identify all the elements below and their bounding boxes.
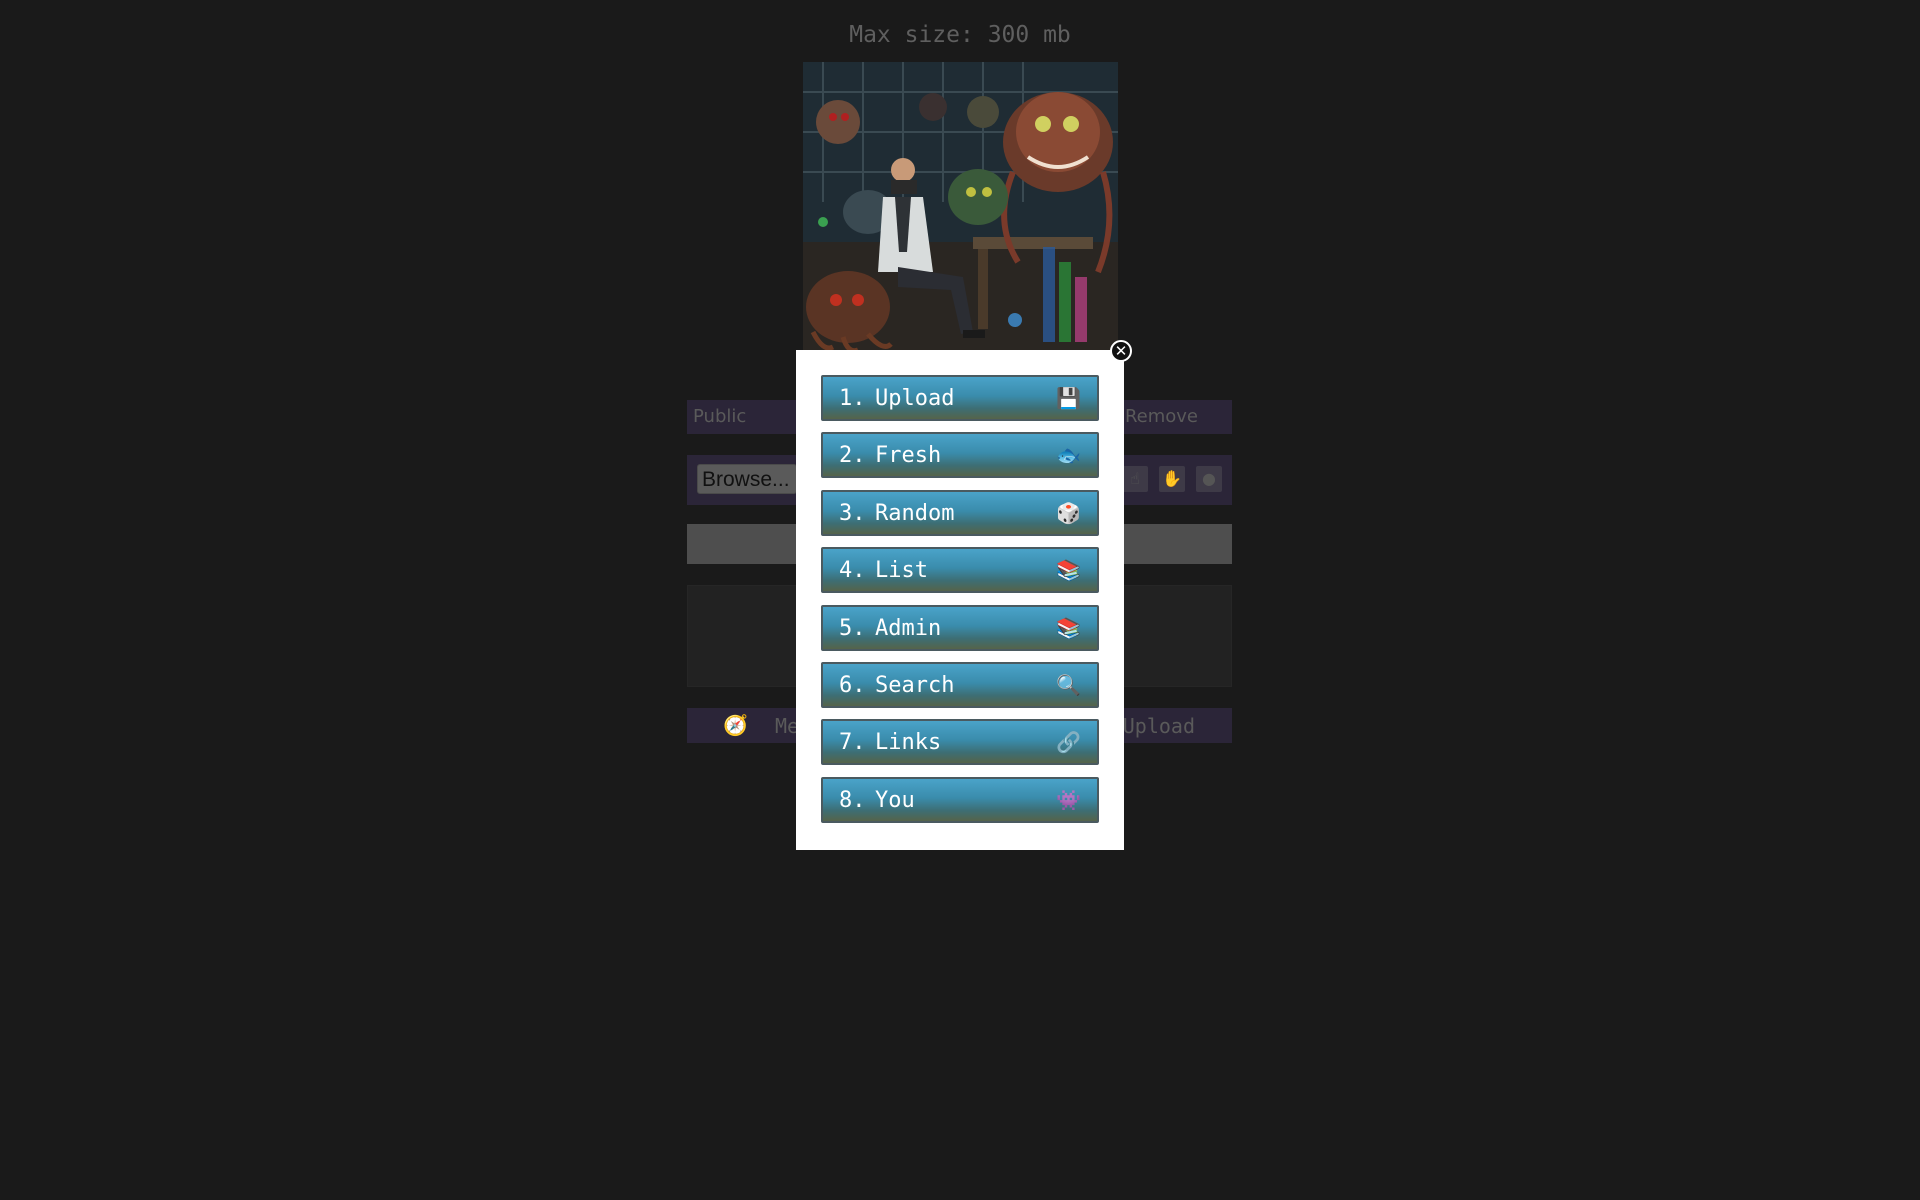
pointing-hand-icon[interactable]: ☝ <box>1122 466 1148 492</box>
public-label[interactable]: Public <box>693 406 746 427</box>
bomb-icon[interactable]: ● <box>1196 466 1222 492</box>
menu-item-number: 6. <box>839 673 866 698</box>
menu-item-number: 1. <box>839 386 866 411</box>
menu-item-label: List <box>875 558 928 583</box>
close-icon[interactable]: ✕ <box>1110 340 1132 362</box>
hand-icon[interactable]: ✋ <box>1159 466 1185 492</box>
menu-item-number: 7. <box>839 730 866 755</box>
compass-icon: 🧭 <box>723 713 748 737</box>
remove-label[interactable]: Remove <box>1125 406 1198 427</box>
menu-item-links[interactable]: 7. Links 🔗 <box>821 719 1099 765</box>
menu-item-number: 8. <box>839 788 866 813</box>
menu-item-label: Links <box>875 730 942 755</box>
menu-item-label: You <box>875 788 915 813</box>
alien-icon: 👾 <box>1056 788 1081 812</box>
books-icon: 📚 <box>1056 558 1081 582</box>
magnifier-icon: 🔍 <box>1056 673 1081 697</box>
books-icon: 📚 <box>1056 616 1081 640</box>
floppy-disk-icon: 💾 <box>1056 386 1081 410</box>
menu-item-search[interactable]: 6. Search 🔍 <box>821 662 1099 708</box>
browse-button[interactable]: Browse... <box>697 464 797 494</box>
dice-icon: 🎲 <box>1056 501 1081 525</box>
menu-item-admin[interactable]: 5. Admin 📚 <box>821 605 1099 651</box>
upload-button-label[interactable]: Upload <box>1123 714 1195 738</box>
menu-item-number: 3. <box>839 501 866 526</box>
preview-image <box>803 62 1118 352</box>
menu-item-number: 4. <box>839 558 866 583</box>
menu-item-list[interactable]: 4. List 📚 <box>821 547 1099 593</box>
menu-item-you[interactable]: 8. You 👾 <box>821 777 1099 823</box>
page: Max size: 300 mb Public Remove Browse...… <box>0 0 1920 1200</box>
menu-item-upload[interactable]: 1. Upload 💾 <box>821 375 1099 421</box>
menu-item-number: 5. <box>839 616 866 641</box>
menu-item-label: Random <box>875 501 955 526</box>
menu-item-label: Search <box>875 673 955 698</box>
menu-item-label: Admin <box>875 616 942 641</box>
menu-item-number: 2. <box>839 443 866 468</box>
max-size-label: Max size: 300 mb <box>849 22 1071 48</box>
navigation-menu-modal: 1. Upload 💾 2. Fresh 🐟 3. Random 🎲 4. Li… <box>796 350 1124 850</box>
fish-icon: 🐟 <box>1056 443 1081 467</box>
menu-item-label: Fresh <box>875 443 942 468</box>
menu-item-label: Upload <box>875 386 955 411</box>
link-icon: 🔗 <box>1056 730 1081 754</box>
menu-item-random[interactable]: 3. Random 🎲 <box>821 490 1099 536</box>
menu-item-fresh[interactable]: 2. Fresh 🐟 <box>821 432 1099 478</box>
